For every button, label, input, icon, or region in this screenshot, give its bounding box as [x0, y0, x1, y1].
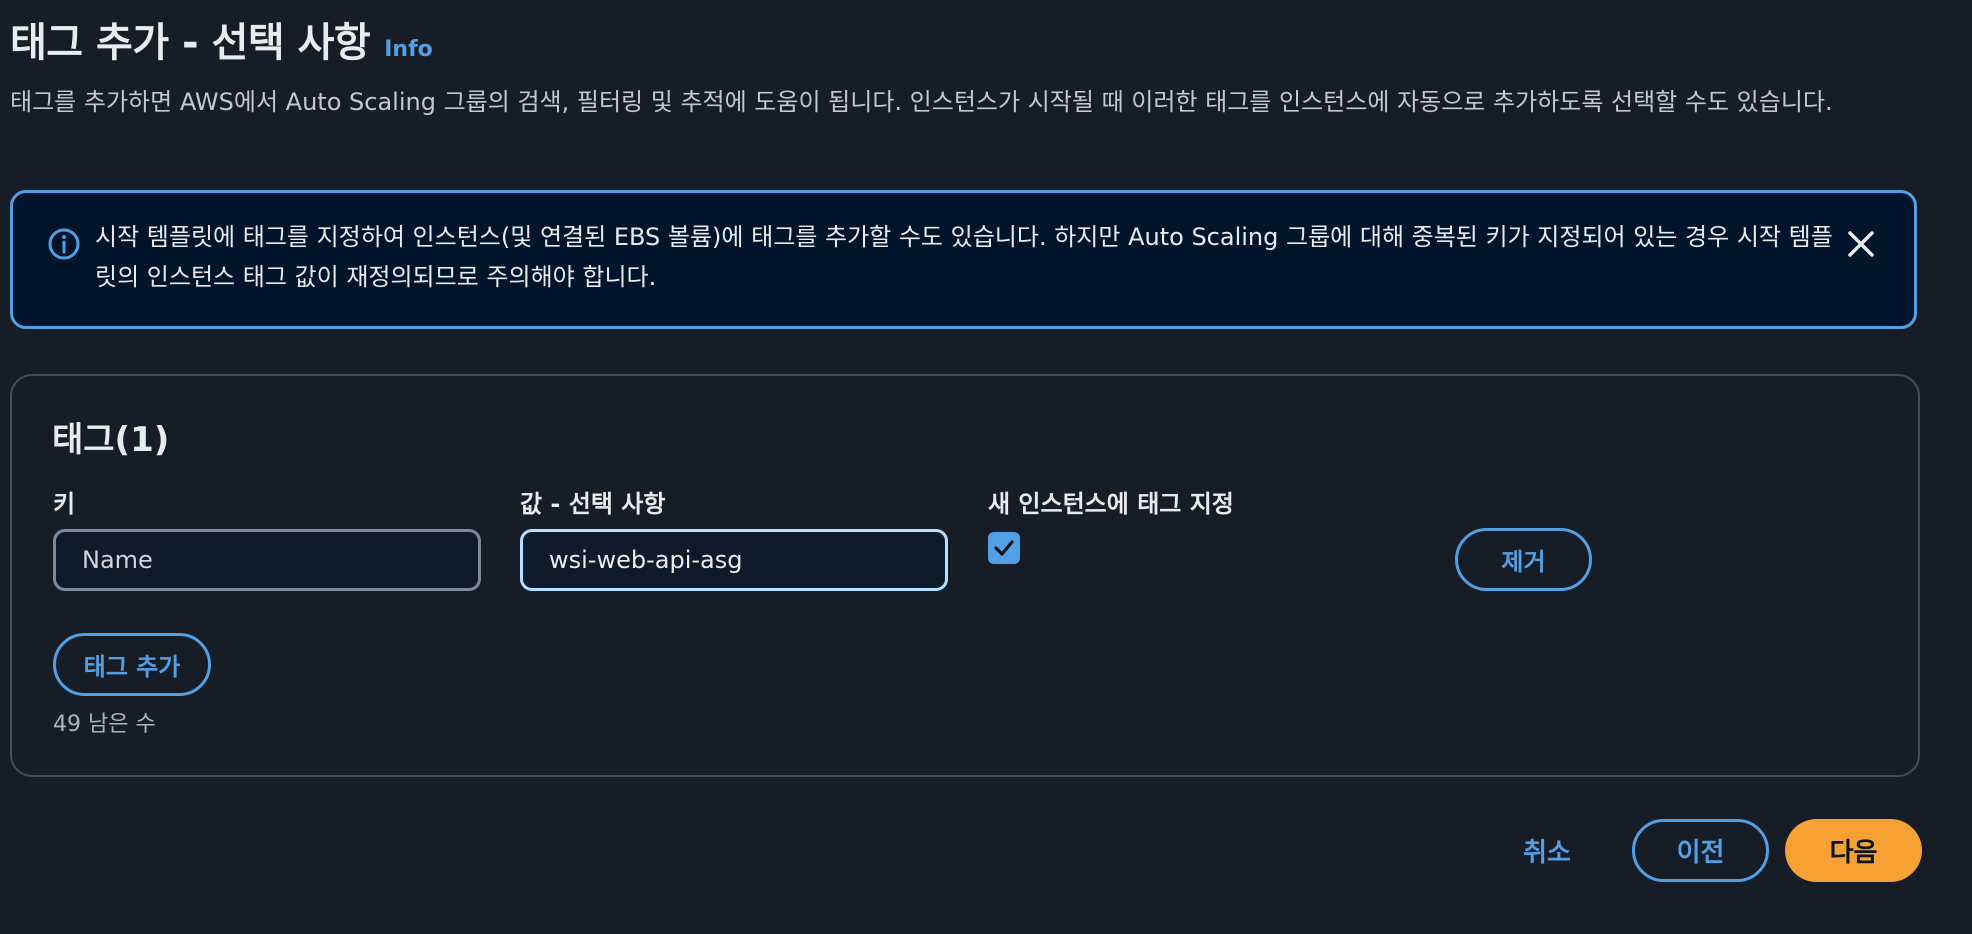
propagate-label: 새 인스턴스에 태그 지정 [988, 490, 1234, 518]
value-label: 값 - 선택 사항 [520, 490, 666, 518]
alert-message: 시작 템플릿에 태그를 지정하여 인스턴스(및 연결된 EBS 볼륨)에 태그를… [95, 223, 1833, 291]
propagate-checkbox[interactable] [988, 532, 1020, 564]
next-button[interactable]: 다음 [1785, 819, 1922, 882]
checkmark-icon [994, 540, 1014, 556]
add-tag-button[interactable]: 태그 추가 [53, 633, 211, 696]
info-circle-icon [47, 227, 81, 261]
page-header: 태그 추가 - 선택 사항 Info 태그를 추가하면 AWS에서 Auto S… [10, 10, 1962, 122]
page-description: 태그를 추가하면 AWS에서 Auto Scaling 그룹의 검색, 필터링 … [10, 88, 1833, 116]
tag-key-input[interactable] [53, 529, 481, 591]
remaining-count: 49 남은 수 [53, 712, 156, 737]
info-link[interactable]: Info [384, 37, 433, 62]
previous-button[interactable]: 이전 [1632, 819, 1769, 882]
cancel-button[interactable]: 취소 [1517, 819, 1577, 881]
page-title: 태그 추가 - 선택 사항 [10, 20, 371, 66]
close-icon[interactable] [1844, 227, 1878, 261]
remove-tag-button[interactable]: 제거 [1455, 528, 1592, 591]
title-row: 태그 추가 - 선택 사항 Info [10, 10, 1962, 68]
info-alert: 시작 템플릿에 태그를 지정하여 인스턴스(및 연결된 EBS 볼륨)에 태그를… [10, 190, 1917, 329]
tag-value-input[interactable] [520, 529, 948, 591]
tags-panel: 태그(1) 키 값 - 선택 사항 새 인스턴스에 태그 지정 제거 태그 추가… [10, 374, 1920, 777]
key-label: 키 [53, 490, 76, 518]
tags-title: 태그(1) [52, 420, 170, 460]
